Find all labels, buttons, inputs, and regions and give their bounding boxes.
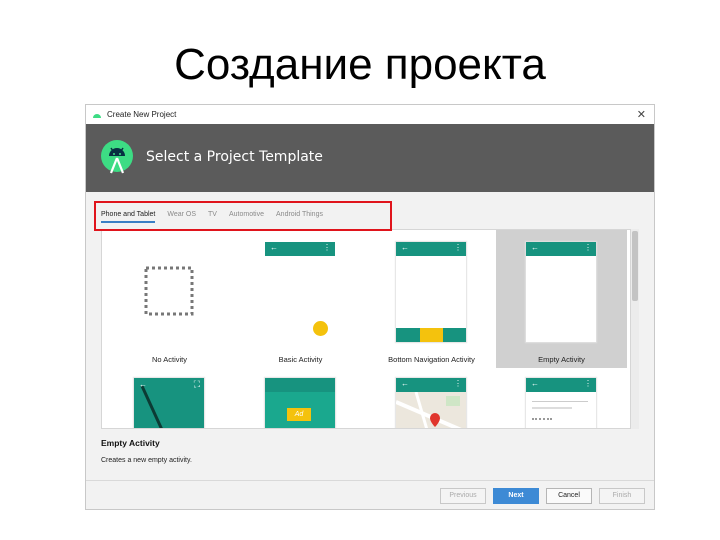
overflow-menu-icon: ⋮ — [454, 243, 462, 252]
map-preview — [396, 392, 462, 428]
template-grid: No Activity ← ⋮ Basic Activity ← ⋮ Bottom … — [101, 229, 631, 429]
template-label: Bottom Navigation Activity — [388, 355, 475, 364]
phone-preview: ← ⋮ — [396, 378, 466, 428]
back-arrow-icon: ← — [270, 243, 278, 252]
bottom-nav-selected-item — [420, 328, 443, 342]
slide-title: Создание проекта — [174, 40, 546, 89]
phone-preview: ← ⋮ — [526, 242, 596, 342]
cancel-button[interactable]: Cancel — [546, 488, 592, 504]
template-bottom-navigation-activity[interactable]: ← ⋮ Bottom Navigation Activity — [366, 230, 497, 368]
overflow-menu-icon: ⋮ — [584, 379, 592, 388]
back-arrow-icon: ← — [531, 243, 539, 252]
window-titlebar: Create New Project ✕ — [86, 105, 654, 124]
bottom-nav-bar — [396, 328, 466, 342]
back-arrow-icon: ← — [531, 379, 539, 388]
template-maps-activity[interactable]: ← ⋮ — [366, 368, 497, 428]
tab-tv[interactable]: TV — [208, 211, 217, 223]
template-scrollbar[interactable] — [631, 229, 639, 429]
tab-automotive[interactable]: Automotive — [229, 211, 264, 223]
previous-button[interactable]: Previous — [440, 488, 486, 504]
device-tabs: Phone and Tablet Wear OS TV Automotive A… — [101, 211, 335, 223]
tab-phone-and-tablet[interactable]: Phone and Tablet — [101, 211, 156, 223]
phone-preview: ← ⋮ — [526, 378, 596, 428]
password-field — [532, 418, 552, 420]
template-label: Basic Activity — [278, 355, 323, 364]
map-marker-icon — [430, 413, 440, 427]
template-no-activity[interactable]: No Activity — [104, 230, 235, 368]
ad-badge: Ad — [287, 408, 311, 421]
selected-template-description: Creates a new empty activity. — [101, 457, 192, 464]
footer-divider — [86, 480, 654, 481]
template-fullscreen-activity[interactable]: ← ⛶ — [104, 368, 235, 428]
close-icon[interactable]: ✕ — [637, 108, 646, 121]
phone-preview: Ad — [265, 378, 335, 428]
back-arrow-icon: ← — [139, 380, 147, 389]
form-field — [532, 407, 572, 409]
phone-preview: ← ⋮ — [396, 242, 466, 342]
scrollbar-thumb[interactable] — [632, 231, 638, 301]
overflow-menu-icon: ⋮ — [454, 379, 462, 388]
tab-android-things[interactable]: Android Things — [276, 211, 323, 223]
template-label: Empty Activity — [538, 355, 585, 364]
back-arrow-icon: ← — [401, 379, 409, 388]
overflow-menu-icon: ⋮ — [584, 243, 592, 252]
tab-wear-os[interactable]: Wear OS — [167, 211, 196, 223]
fab-icon — [313, 321, 328, 336]
dialog-header: Select a Project Template — [86, 124, 654, 192]
back-arrow-icon: ← — [401, 243, 409, 252]
template-label: No Activity — [151, 355, 187, 364]
template-empty-activity[interactable]: ← ⋮ Empty Activity — [496, 230, 627, 368]
template-admob-activity[interactable]: Ad — [235, 368, 366, 428]
overflow-menu-icon: ⋮ — [323, 243, 331, 252]
template-basic-activity[interactable]: ← ⋮ Basic Activity — [235, 230, 366, 368]
phone-preview: ← ⋮ — [265, 242, 335, 342]
android-studio-logo-icon — [101, 140, 133, 174]
android-studio-icon — [93, 114, 101, 118]
window-title: Create New Project — [107, 110, 177, 119]
finish-button[interactable]: Finish — [599, 488, 645, 504]
next-button[interactable]: Next — [493, 488, 539, 504]
template-login-activity[interactable]: ← ⋮ — [496, 368, 627, 428]
fullscreen-icon: ⛶ — [193, 379, 200, 389]
empty-template-icon — [144, 266, 194, 316]
phone-preview: ← ⛶ — [134, 378, 204, 428]
header-title: Select a Project Template — [146, 149, 323, 165]
form-line — [532, 401, 588, 402]
selected-template-title: Empty Activity — [101, 438, 160, 448]
